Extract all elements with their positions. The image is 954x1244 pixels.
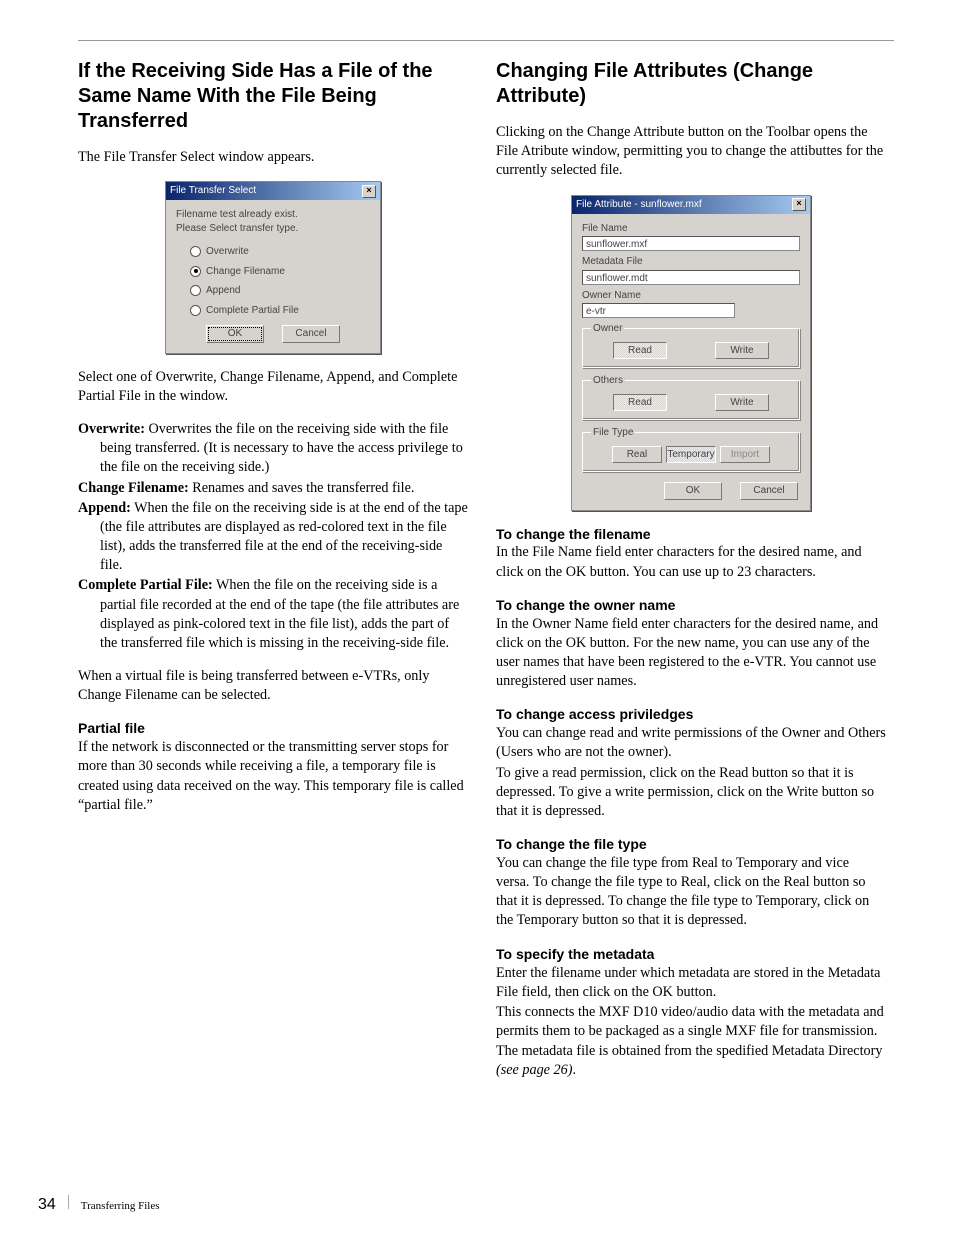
ok-button[interactable]: OK xyxy=(664,482,722,500)
radio-append[interactable]: Append xyxy=(190,284,370,298)
file-name-label: File Name xyxy=(582,222,800,236)
change-filename-text: In the File Name field enter characters … xyxy=(496,543,886,581)
radio-complete-partial[interactable]: Complete Partial File xyxy=(190,304,370,318)
change-access-heading: To change access priviledges xyxy=(496,705,886,724)
win1-msg2: Please Select transfer type. xyxy=(176,222,370,236)
win1-title: File Transfer Select xyxy=(170,184,256,198)
owner-write-button[interactable]: Write xyxy=(715,342,769,360)
left-note-virtual: When a virtual file is being transferred… xyxy=(78,667,468,705)
owner-name-field[interactable]: e-vtr xyxy=(582,303,735,318)
radio-change-filename[interactable]: Change Filename xyxy=(190,265,370,279)
owner-name-label: Owner Name xyxy=(582,289,800,303)
specify-metadata-text1: Enter the filename under which metadata … xyxy=(496,964,886,1002)
metadata-file-label: Metadata File xyxy=(582,255,800,269)
left-intro: The File Transfer Select window appears. xyxy=(78,148,468,167)
specify-metadata-text3: The metadata file is obtained from the s… xyxy=(496,1042,886,1080)
others-write-button[interactable]: Write xyxy=(715,394,769,412)
cancel-button[interactable]: Cancel xyxy=(740,482,798,500)
specify-metadata-heading: To specify the metadata xyxy=(496,945,886,964)
right-intro: Clicking on the Change Attribute button … xyxy=(496,123,886,181)
page-number: 34 xyxy=(38,1194,56,1216)
file-attribute-window: File Attribute - sunflower.mxf × File Na… xyxy=(571,195,811,511)
footer-section: Transferring Files xyxy=(81,1199,160,1214)
file-name-field[interactable]: sunflower.mxf xyxy=(582,236,800,251)
others-group: Others Read Write xyxy=(582,374,800,420)
real-button[interactable]: Real xyxy=(612,446,662,464)
file-transfer-select-window: File Transfer Select × Filename test alr… xyxy=(165,181,381,354)
file-type-group: File Type Real Temporary Import xyxy=(582,426,800,472)
partial-file-text: If the network is disconnected or the tr… xyxy=(78,738,468,815)
left-after-win: Select one of Overwrite, Change Filename… xyxy=(78,368,468,406)
change-owner-text: In the Owner Name field enter characters… xyxy=(496,615,886,692)
left-column: If the Receiving Side Has a File of the … xyxy=(78,59,468,1082)
right-heading: Changing File Attributes (Change Attribu… xyxy=(496,59,886,109)
ok-button[interactable]: OK xyxy=(206,325,264,343)
radio-overwrite[interactable]: Overwrite xyxy=(190,245,370,259)
change-access-text2: To give a read permission, click on the … xyxy=(496,764,886,822)
owner-group: Owner Read Write xyxy=(582,322,800,368)
left-heading: If the Receiving Side Has a File of the … xyxy=(78,59,468,134)
win2-title: File Attribute - sunflower.mxf xyxy=(576,198,702,212)
others-read-button[interactable]: Read xyxy=(613,394,667,412)
import-button[interactable]: Import xyxy=(720,446,770,464)
change-filetype-heading: To change the file type xyxy=(496,835,886,854)
definitions-list: Overwrite: Overwrites the file on the re… xyxy=(78,420,468,653)
change-filename-heading: To change the filename xyxy=(496,525,886,544)
change-owner-heading: To change the owner name xyxy=(496,596,886,615)
right-column: Changing File Attributes (Change Attribu… xyxy=(496,59,886,1082)
win1-msg1: Filename test already exist. xyxy=(176,208,370,222)
specify-metadata-text2: This connects the MXF D10 video/audio da… xyxy=(496,1003,886,1041)
partial-file-heading: Partial file xyxy=(78,719,468,738)
page-footer: 34 Transferring Files xyxy=(38,1194,160,1216)
change-filetype-text: You can change the file type from Real t… xyxy=(496,854,886,931)
close-icon[interactable]: × xyxy=(362,185,376,198)
metadata-file-field[interactable]: sunflower.mdt xyxy=(582,270,800,285)
change-access-text1: You can change read and write permission… xyxy=(496,724,886,762)
owner-read-button[interactable]: Read xyxy=(613,342,667,360)
temporary-button[interactable]: Temporary xyxy=(666,446,716,464)
close-icon[interactable]: × xyxy=(792,198,806,211)
cancel-button[interactable]: Cancel xyxy=(282,325,340,343)
